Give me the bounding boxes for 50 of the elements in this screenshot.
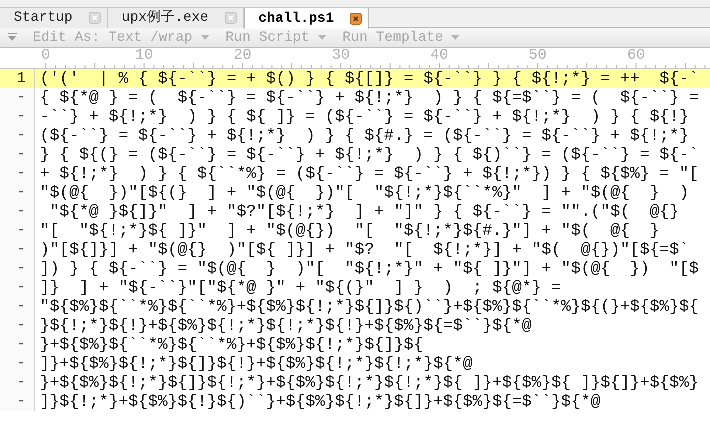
line-number: - (16, 373, 27, 392)
ruler-number: 40 (430, 48, 449, 64)
code-line: ]} ] + "${-``}"["${*@ }" + "${(}" ] } ) ; ${@*} = (39, 278, 562, 297)
line-number: - (16, 316, 27, 335)
ruler-number: 60 (627, 48, 646, 64)
code-line: } { ${(} = (${-``} = ${-``} + ${!;*} ) } { ${)``} = (${-``} = ${-` (39, 145, 700, 164)
code-line: ]}${!;*}+${$%}${!}${)``}+${$%}${!;*}${]}+${$%}${=$``}${*@ (39, 392, 602, 411)
close-icon[interactable] (350, 12, 362, 24)
line-number: - (16, 240, 27, 259)
line-number: - (16, 183, 27, 202)
line-number: - (16, 164, 27, 183)
code-line: "[ "${!;*}${ ]}" ] + "$(@{}) "[ "${!;*}${#.}"] + "$( @{ } (39, 221, 661, 240)
code-line: ]}+${$%}${!;*}${]}${!}+${$%}${!;*}${!;*}${*@ (39, 354, 474, 373)
code-line: }+${$%}${``*%}${``*%}+${$%}${!;*}${]}${ (39, 335, 425, 354)
caret-icon (318, 34, 327, 40)
code-line: { ${*@ } = ( ${-``} = ${-``} + ${!;*} ) } { ${=$``} = ( ${-``} = (39, 88, 700, 107)
line-number: - (16, 259, 27, 278)
line-number: - (16, 88, 27, 107)
code-line: + ${!;*} ) } { ${``*%} = (${-``} = ${-``} + ${!;*}) } { ${$%} = "[ (39, 164, 700, 183)
editor-tab[interactable]: Startup (0, 8, 108, 28)
line-number: - (16, 202, 27, 221)
code-line: ]) } { ${-``} = "$(@{ } )"[ "${!;*}" + "${ ]}"] + "$(@{ }) "[$ (39, 259, 700, 278)
code-line: "${$%}${``*%}${``*%}+${$%}${!;*}${]}${)``}+${$%}${``*%}${(}+${$%}${ (39, 297, 700, 316)
code-line: }${!;*}${!}+${$%}${!;*}${!;*}${!}+${$%}${=$``}${*@ (39, 316, 533, 335)
line-number: - (16, 145, 27, 164)
line-number: - (16, 392, 27, 411)
line-number: - (16, 126, 27, 145)
caret-icon (451, 34, 460, 40)
line-number: - (16, 221, 27, 240)
line-number: - (16, 278, 27, 297)
code-line: }+${$%}${!;*}${]}${!;*}+${$%}${!;*}${!;*}${ ]}+${$%}${ ]}${]}+${$%} (39, 373, 700, 392)
ruler-number: 0 (41, 48, 50, 64)
editor-tab[interactable]: chall.ps1 (244, 8, 370, 29)
ruler-number: 30 (332, 48, 350, 64)
ruler-number: 10 (135, 48, 154, 64)
toolbar-grip-icon[interactable] (8, 33, 17, 42)
editor-tab[interactable]: upx例子.exe (108, 8, 244, 28)
code-line: (${-``} = ${-``} + ${!;*} ) } { ${#.} = (${-``} = ${-``} + ${!;*} (39, 126, 690, 145)
code-line: )"[${]}] + "$(@{} )"[${ ]}] + "$? "[ ${!;*}] + "$( @{})"[${=$` (39, 240, 690, 259)
line-number: 1 (0, 69, 34, 88)
code-line: "$(@{ })"[${(} ] + "$(@{ })"[ "${!;*}${``*%}" ] + "$(@{ } ) (39, 183, 690, 202)
ruler-number: 50 (528, 48, 547, 64)
code-line: "${*@ }${]}" ] + "$?"[${!;*} ] + "]" } { ${-``} = "".("$( @{} (48, 202, 680, 221)
line-number: - (16, 297, 27, 316)
line-number: - (16, 107, 27, 126)
code-line: -``} + ${!;*} ) } { ${ ]} = (${-``} = ${-``} + ${!;*} ) } { ${!} (39, 107, 690, 126)
line-number: - (16, 354, 27, 373)
caret-icon (200, 34, 210, 40)
line-number: - (16, 335, 27, 354)
ruler-number: 20 (234, 48, 252, 64)
